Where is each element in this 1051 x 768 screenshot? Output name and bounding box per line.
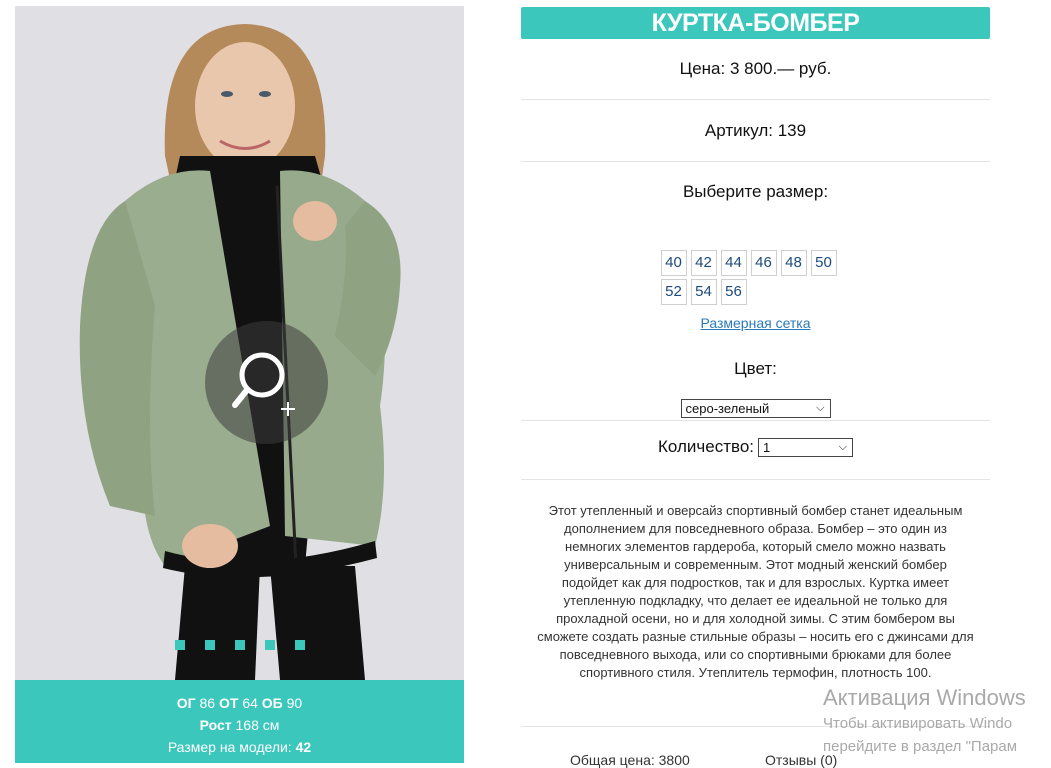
size-chart: Размерная сетка xyxy=(521,315,990,331)
gallery-dot[interactable] xyxy=(175,640,185,650)
model-size: Размер на модели: 42 xyxy=(15,736,464,758)
model-height: Рост 168 см xyxy=(15,714,464,736)
chevron-down-icon: ⌵ xyxy=(816,402,825,414)
zoom-in-icon xyxy=(232,352,295,416)
ot-label: ОТ xyxy=(218,695,239,711)
total-price: Общая цена: 3800 xyxy=(570,752,690,768)
watermark-line: перейдите в раздел "Парам xyxy=(823,738,1018,755)
size-option[interactable]: 46 xyxy=(750,250,777,276)
size-option[interactable]: 54 xyxy=(690,279,717,305)
model-size-value: 42 xyxy=(295,739,312,755)
size-option[interactable]: 48 xyxy=(780,250,807,276)
product-photo[interactable] xyxy=(15,6,464,680)
size-option[interactable]: 42 xyxy=(690,250,717,276)
model-measurements: ОГ 86 ОТ 64 ОБ 90 Рост 168 см Размер на … xyxy=(15,680,464,763)
size-chart-link[interactable]: Размерная сетка xyxy=(700,315,810,331)
height-value: 168 см xyxy=(235,717,280,733)
gallery-dots xyxy=(175,640,305,650)
color-label: Цвет: xyxy=(734,359,777,378)
quantity-select[interactable]: 1 ⌵ xyxy=(758,437,853,457)
size-label: Выберите размер: xyxy=(682,182,829,201)
ob-label: ОБ xyxy=(261,695,283,711)
ob-value: 90 xyxy=(286,695,303,711)
zoom-button[interactable] xyxy=(205,321,328,444)
product-description: Этот утепленный и оверсайз спортивный бо… xyxy=(537,503,974,680)
chevron-down-icon: ⌵ xyxy=(838,440,847,453)
quantity-label: Количество: xyxy=(657,437,754,456)
model-size-label: Размер на модели: xyxy=(167,739,292,755)
reviews-link[interactable]: Отзывы (0) xyxy=(765,752,837,768)
size-option[interactable]: 52 xyxy=(660,279,687,305)
gallery-dot[interactable] xyxy=(295,640,305,650)
price: Цена: 3 800.— руб. xyxy=(521,39,990,100)
og-label: ОГ xyxy=(176,695,196,711)
quantity-select-value: 1 xyxy=(763,439,771,455)
gallery-dot[interactable] xyxy=(235,640,245,650)
size-option[interactable]: 44 xyxy=(720,250,747,276)
product-info: КУРТКА-БОМБЕР Цена: 3 800.— руб. Артикул… xyxy=(521,7,990,727)
size-option[interactable]: 40 xyxy=(660,250,687,276)
size-option[interactable]: 50 xyxy=(810,250,837,276)
gallery-dot[interactable] xyxy=(265,640,275,650)
color-select[interactable]: серо-зеленый ⌵ xyxy=(680,399,831,418)
quantity-row: Количество: 1 ⌵ xyxy=(521,420,990,479)
gallery-dot[interactable] xyxy=(205,640,215,650)
model-body-measurements: ОГ 86 ОТ 64 ОБ 90 xyxy=(15,692,464,714)
ot-value: 64 xyxy=(242,695,258,711)
size-options: 40 42 44 46 48 50 52 54 56 xyxy=(660,250,851,305)
product-title: КУРТКА-БОМБЕР xyxy=(521,7,990,39)
og-value: 86 xyxy=(199,695,216,711)
color-select-value: серо-зеленый xyxy=(685,401,770,416)
size-option[interactable]: 56 xyxy=(720,279,747,305)
height-label: Рост xyxy=(199,717,232,733)
sku: Артикул: 139 xyxy=(521,100,990,162)
